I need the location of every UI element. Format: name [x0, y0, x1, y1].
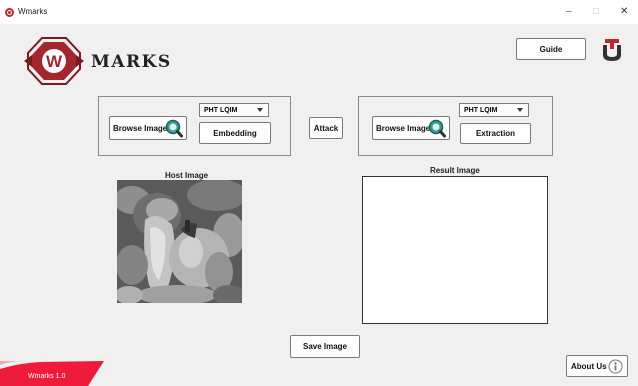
svg-text:W: W: [46, 52, 63, 71]
version-label: Wmarks 1.0: [28, 373, 66, 380]
chevron-down-icon: [517, 108, 523, 112]
extract-panel: PHT LQIM Browse Image Extraction: [358, 96, 553, 156]
extract-browse-label: Browse Image: [376, 123, 431, 133]
maximize-button[interactable]: □: [593, 6, 599, 18]
info-icon: [608, 359, 623, 374]
host-image: [117, 180, 242, 303]
embed-browse-label: Browse Image: [113, 123, 168, 133]
app-client-area: W MARKS Guide PHT LQIM Browse Image Embe…: [0, 24, 638, 386]
about-us-label: About Us: [571, 361, 607, 371]
about-us-button[interactable]: About Us: [566, 355, 628, 377]
embed-panel: PHT LQIM Browse Image Embedding: [98, 96, 291, 156]
title-bar: Wmarks – □ ✕: [0, 0, 638, 24]
attack-button[interactable]: Attack: [309, 117, 343, 139]
embed-browse-button[interactable]: Browse Image: [109, 116, 187, 140]
logo-text: MARKS: [91, 52, 172, 72]
minimize-button[interactable]: –: [566, 6, 572, 18]
embed-method-select[interactable]: PHT LQIM: [199, 103, 269, 117]
wmarks-app-icon: [5, 8, 14, 17]
embed-method-value: PHT LQIM: [204, 106, 238, 114]
embedding-button[interactable]: Embedding: [199, 122, 271, 144]
magnifier-icon: [165, 119, 183, 138]
guide-button[interactable]: Guide: [516, 38, 586, 60]
extract-method-value: PHT LQIM: [464, 106, 498, 114]
result-image: [362, 176, 548, 324]
result-image-caption: Result Image: [430, 166, 480, 175]
chevron-down-icon: [257, 108, 263, 112]
logo-letter: W: [46, 52, 63, 71]
window-title: Wmarks: [18, 7, 48, 16]
telkom-u-logo-icon: [603, 39, 621, 61]
extract-browse-button[interactable]: Browse Image: [372, 116, 450, 140]
close-button[interactable]: ✕: [620, 6, 628, 18]
magnifier-icon: [428, 119, 446, 138]
save-image-button[interactable]: Save Image: [290, 335, 360, 358]
host-image-caption: Host Image: [165, 171, 209, 180]
extract-method-select[interactable]: PHT LQIM: [459, 103, 529, 117]
extraction-button[interactable]: Extraction: [460, 123, 531, 144]
